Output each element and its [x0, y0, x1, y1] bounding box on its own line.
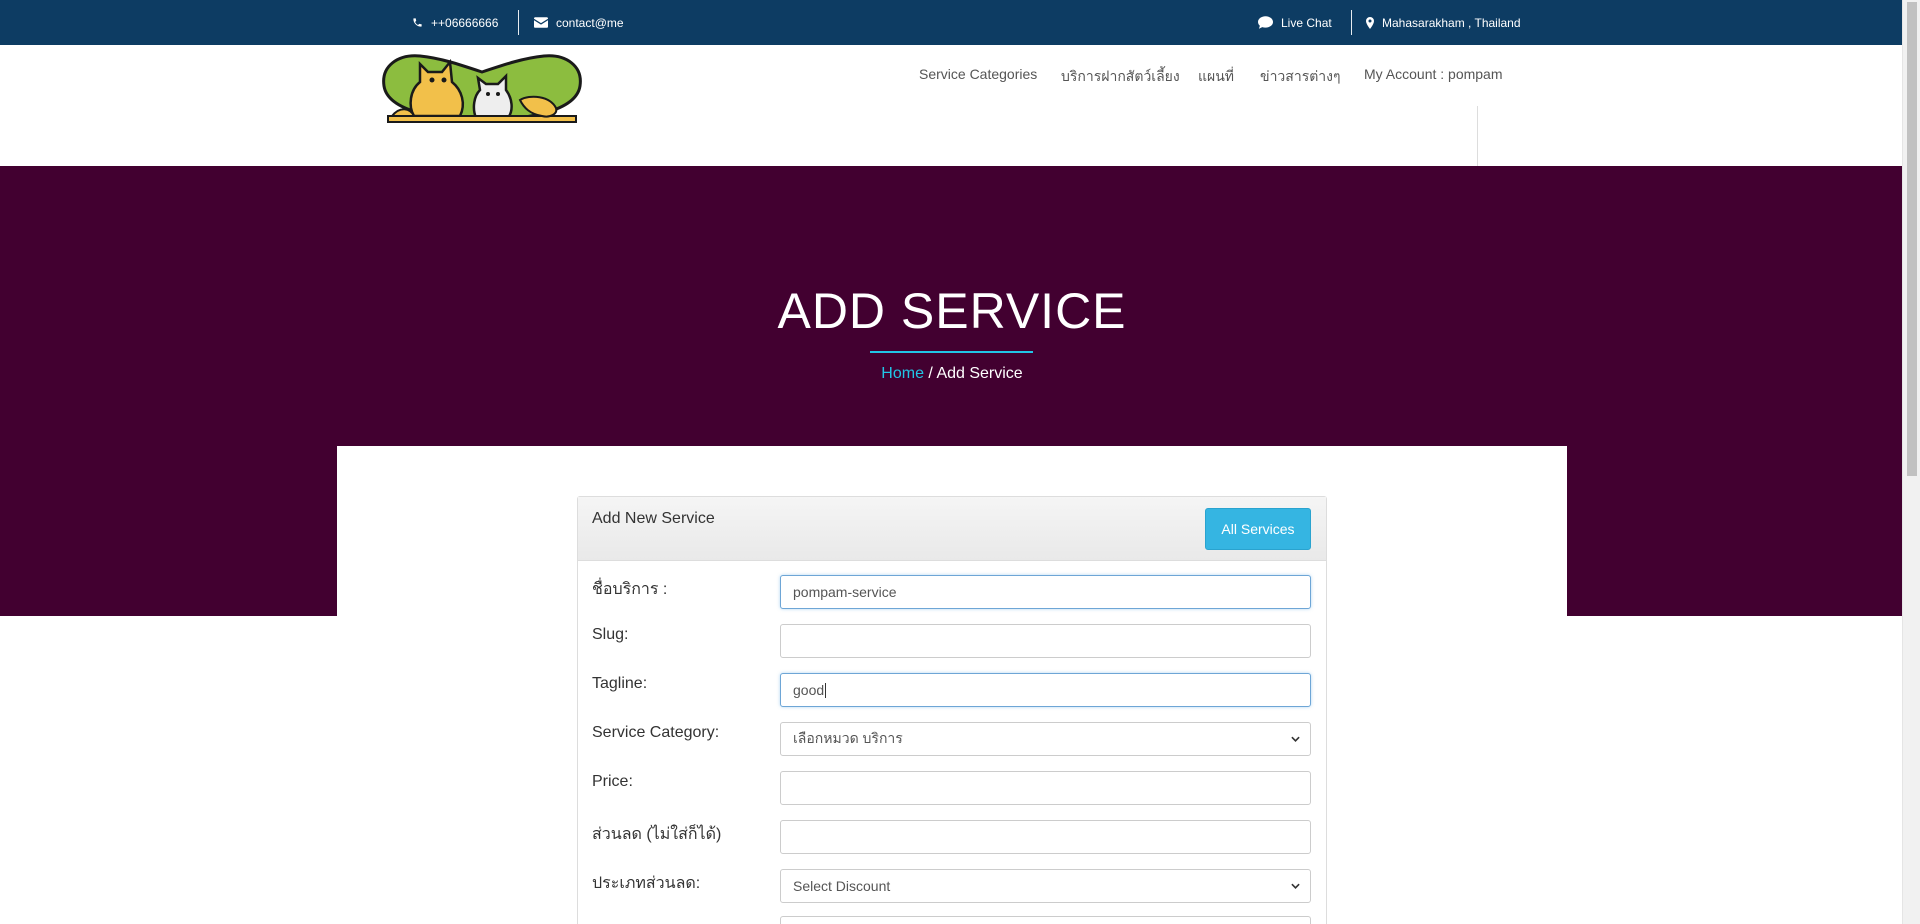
envelope-icon: [534, 17, 548, 28]
breadcrumb-separator: /: [928, 365, 933, 382]
top-bar: ++06666666 contact@me Live Chat Mahasara…: [0, 0, 1902, 45]
panel-header: Add New Service All Services: [578, 497, 1326, 561]
discount-input[interactable]: [780, 820, 1311, 854]
panel-title: Add New Service: [592, 510, 715, 527]
price-input[interactable]: [780, 771, 1311, 805]
email-contact[interactable]: contact@me: [534, 0, 624, 45]
phone-icon: [413, 18, 422, 27]
slug-label: Slug:: [592, 626, 629, 643]
chat-bubble-icon: [1258, 16, 1273, 29]
location-info: Mahasarakham , Thailand: [1366, 0, 1521, 45]
category-label: Service Category:: [592, 724, 720, 741]
site-header: Service Categories บริการฝากสัตว์เลี้ยง …: [0, 45, 1902, 166]
phone-text: ++06666666: [431, 15, 499, 30]
service-name-value: pompam-service: [793, 584, 897, 600]
chevron-down-icon: [1291, 883, 1300, 889]
location-text: Mahasarakham , Thailand: [1382, 15, 1521, 30]
slug-input[interactable]: [780, 624, 1311, 658]
nav-my-account[interactable]: My Account : pompam: [1364, 66, 1503, 82]
chevron-down-icon: [1291, 736, 1300, 742]
email-text: contact@me: [556, 15, 624, 30]
discount-type-select[interactable]: Select Discount: [780, 869, 1311, 903]
nav-pet-boarding[interactable]: บริการฝากสัตว์เลี้ยง: [1061, 66, 1180, 88]
nav-service-categories[interactable]: Service Categories: [919, 66, 1037, 82]
map-marker-icon: [1366, 16, 1374, 29]
nav-map[interactable]: แผนที่: [1198, 66, 1234, 88]
scrollbar-thumb[interactable]: [1907, 2, 1917, 476]
price-label: Price:: [592, 773, 633, 790]
tagline-value: good: [793, 682, 825, 698]
discount-type-label: ประเภทส่วนลด:: [592, 875, 701, 892]
service-category-select[interactable]: เลือกหมวด บริการ: [780, 722, 1311, 756]
text-cursor: [825, 682, 827, 698]
discount-label: ส่วนลด (ไม่ใส่ก็ได้): [592, 826, 722, 843]
page-scrollbar[interactable]: [1902, 0, 1920, 924]
tagline-label: Tagline:: [592, 675, 648, 692]
breadcrumb: Home / Add Service: [0, 365, 1904, 383]
tagline-input[interactable]: good: [780, 673, 1311, 707]
pet-logo-icon: [382, 54, 582, 123]
breadcrumb-current: Add Service: [936, 365, 1023, 382]
add-service-panel: Add New Service All Services: [577, 496, 1327, 924]
title-underline: [870, 351, 1033, 353]
topbar-divider: [1351, 10, 1352, 35]
nav-news[interactable]: ข่าวสารต่างๆ: [1260, 66, 1341, 88]
breadcrumb-home[interactable]: Home: [881, 365, 924, 382]
site-logo[interactable]: [380, 50, 584, 123]
category-selected: เลือกหมวด บริการ: [793, 730, 903, 746]
discount-type-selected: Select Discount: [793, 878, 891, 894]
page-title: ADD SERVICE: [777, 283, 1127, 339]
phone-contact[interactable]: ++06666666: [412, 0, 498, 45]
all-services-button[interactable]: All Services: [1205, 508, 1311, 550]
service-name-label: ชื่อบริการ :: [592, 581, 668, 598]
service-name-input[interactable]: pompam-service: [780, 575, 1311, 609]
next-field-partial[interactable]: [780, 916, 1311, 924]
live-chat-link[interactable]: Live Chat: [1258, 0, 1332, 45]
topbar-divider: [518, 10, 519, 35]
nav-divider: [1477, 106, 1478, 166]
live-chat-text: Live Chat: [1281, 15, 1332, 30]
